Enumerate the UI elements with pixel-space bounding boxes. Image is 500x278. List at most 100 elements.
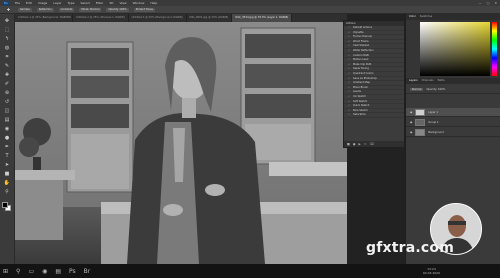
type-icon[interactable]: T [3, 153, 12, 159]
pen-icon[interactable]: ✒ [3, 144, 12, 150]
brush-icon[interactable]: ✐ [3, 81, 12, 87]
checkmark-icon[interactable]: ✓ [348, 40, 351, 44]
healing-icon[interactable]: ✚ [3, 72, 12, 78]
option-contents[interactable]: Contents [58, 7, 75, 12]
option-reflection[interactable]: Reflection [36, 7, 54, 12]
menu-item-file[interactable]: File [15, 1, 20, 5]
option-protect-tones[interactable]: Protect Tones [133, 7, 156, 12]
layer-row[interactable]: ◉ Layer 1 [406, 108, 500, 117]
menu-item-layer[interactable]: Layer [53, 1, 61, 5]
document-tab[interactable]: Untitled-1 @ 25% (Background, RGB/8#) [15, 14, 73, 22]
menu-item-help[interactable]: Help [150, 1, 157, 5]
eye-icon[interactable]: ◉ [410, 131, 412, 134]
checkmark-icon[interactable]: ✓ [348, 109, 351, 113]
task-view-icon[interactable]: ▭ [28, 268, 34, 275]
eye-icon[interactable]: ◉ [410, 111, 412, 114]
checkmark-icon[interactable]: ✓ [348, 72, 351, 76]
gradient-icon[interactable]: ▤ [3, 117, 12, 123]
checkmark-icon[interactable]: ✓ [348, 77, 351, 81]
hue-slider[interactable] [492, 22, 497, 76]
checkmark-icon[interactable]: ✓ [348, 31, 351, 35]
search-icon[interactable]: ⚲ [16, 268, 20, 275]
checkmark-icon[interactable]: ✓ [348, 100, 351, 104]
move-icon[interactable]: ✥ [3, 18, 12, 24]
browser-icon[interactable]: ◉ [42, 268, 47, 275]
checkmark-icon[interactable]: ✓ [348, 86, 351, 90]
checkmark-icon[interactable]: ✓ [348, 63, 351, 67]
color-field[interactable] [420, 22, 490, 76]
menu-item-filter[interactable]: Filter [96, 1, 103, 5]
tab-color[interactable]: Color [409, 14, 416, 20]
play-icon[interactable]: ▶ [358, 142, 360, 146]
eye-icon[interactable]: ◉ [410, 121, 412, 124]
stop-icon[interactable]: ■ [347, 142, 350, 146]
menu-item-view[interactable]: View [119, 1, 126, 5]
marquee-icon[interactable]: ⬚ [3, 27, 12, 33]
option-sample[interactable]: Sample [18, 7, 32, 12]
color-swatches[interactable] [2, 202, 12, 212]
shape-icon[interactable]: ■ [3, 171, 12, 177]
menu-item-image[interactable]: Image [38, 1, 47, 5]
checkmark-icon[interactable]: ✓ [348, 35, 351, 39]
history-brush-icon[interactable]: ↺ [3, 99, 12, 105]
menu-item-window[interactable]: Window [133, 1, 145, 5]
checkmark-icon[interactable]: ✓ [348, 54, 351, 58]
checkmark-icon[interactable]: ✓ [348, 113, 351, 117]
menu-item-edit[interactable]: Edit [26, 1, 32, 5]
tab-swatches[interactable]: Swatches [420, 14, 432, 20]
maximize-icon[interactable]: ▢ [487, 1, 490, 5]
foreground-color-swatch[interactable] [2, 202, 8, 208]
document-tab[interactable]: Untitled-2 @ 25% (Channel 1, RGB/8) [73, 14, 129, 22]
crop-icon[interactable]: ⌗ [3, 54, 12, 60]
close-icon[interactable]: ✕ [494, 1, 497, 5]
quick-select-icon[interactable]: ◍ [3, 45, 12, 51]
taskbar-clock[interactable]: 13:24 04.03.2020 [423, 267, 440, 275]
minimize-icon[interactable]: — [479, 1, 482, 5]
layer-name[interactable]: Background [428, 131, 443, 134]
checkmark-icon[interactable]: ✓ [348, 58, 351, 62]
document-canvas[interactable] [15, 22, 347, 264]
checkmark-icon[interactable]: ✓ [348, 26, 351, 30]
layer-row[interactable]: ◉ Background [406, 128, 500, 137]
document-tab[interactable]: IMG_0001.jpg @ 25% (RGB/8) [187, 14, 233, 22]
photoshop-icon[interactable]: Ps [69, 268, 76, 275]
stamp-icon[interactable]: ⊛ [3, 90, 12, 96]
eyedropper-icon[interactable]: ✎ [3, 63, 12, 69]
checkmark-icon[interactable]: ✓ [348, 49, 351, 53]
folder-icon[interactable]: ▤ [55, 268, 61, 275]
checkmark-icon[interactable]: ✓ [348, 95, 351, 99]
trash-icon[interactable]: ⌫ [370, 142, 374, 146]
option-mode[interactable]: Mode: Normal [79, 7, 102, 12]
tab-channels[interactable]: Channels [422, 78, 434, 84]
opacity-field[interactable]: Opacity: 100% [426, 88, 445, 91]
layer-name[interactable]: Layer 1 [428, 111, 438, 114]
action-row[interactable]: ✓ Saturation [344, 113, 404, 118]
menu-item-type[interactable]: Type [68, 1, 75, 5]
checkmark-icon[interactable]: ✓ [348, 81, 351, 85]
eraser-icon[interactable]: ◫ [3, 108, 12, 114]
tab-paths[interactable]: Paths [438, 78, 445, 84]
layer-name[interactable]: Group 1 [428, 121, 438, 124]
windows-icon[interactable]: ⊞ [3, 268, 8, 275]
checkmark-icon[interactable]: ✓ [348, 90, 351, 94]
menu-item-3d[interactable]: 3D [109, 1, 113, 5]
bridge-icon[interactable]: Br [84, 268, 91, 275]
checkmark-icon[interactable]: ✓ [348, 104, 351, 108]
document-tab[interactable]: DSC_3524.jpg @ 33.3% (Layer 1, RGB/8) [232, 14, 293, 22]
lasso-icon[interactable]: ϟ [3, 36, 12, 42]
document-tab[interactable]: Untitled-3 @ 25% (Background, RGB/8) [129, 14, 187, 22]
layer-row[interactable]: ◉ Group 1 [406, 118, 500, 127]
checkmark-icon[interactable]: ✓ [348, 67, 351, 71]
menu-item-select[interactable]: Select [81, 1, 90, 5]
path-select-icon[interactable]: ➤ [3, 162, 12, 168]
record-icon[interactable]: ● [353, 142, 356, 146]
tab-layers[interactable]: Layers [409, 78, 418, 84]
dodge-icon[interactable]: ● [3, 135, 12, 141]
hand-icon[interactable]: ✋ [3, 180, 12, 186]
zoom-icon[interactable]: ⚲ [3, 189, 12, 195]
patch-tool-icon[interactable]: ✚ [4, 7, 13, 13]
blur-icon[interactable]: ◉ [3, 126, 12, 132]
option-opacity[interactable]: Opacity 100% [106, 7, 129, 12]
checkmark-icon[interactable]: ✓ [348, 44, 351, 48]
new-folder-icon[interactable]: ▭ [364, 142, 367, 146]
